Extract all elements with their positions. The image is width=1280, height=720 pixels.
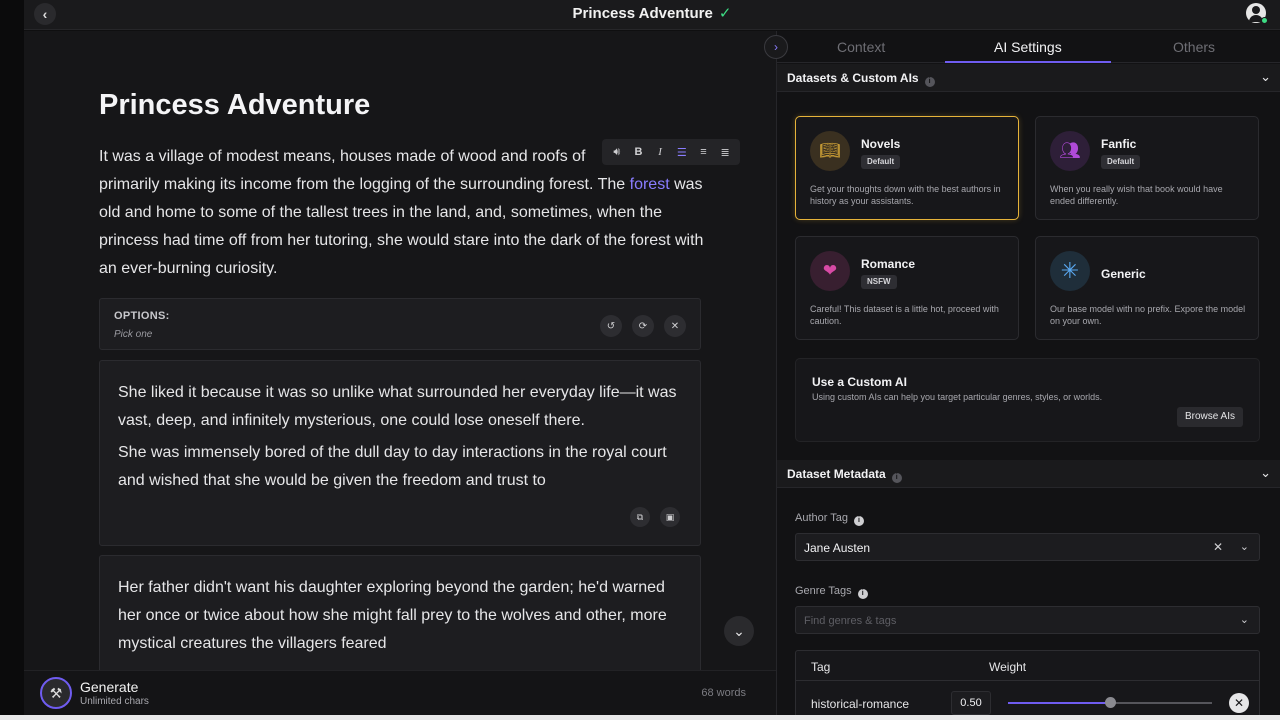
clear-icon[interactable]: ✕: [1213, 540, 1223, 554]
dataset-card-novels[interactable]: 📖︎ Novels Default Get your thoughts down…: [795, 116, 1019, 220]
panel-tabs: Context AI Settings Others: [777, 31, 1280, 63]
highlighted-word[interactable]: forest: [630, 176, 670, 193]
save-icon[interactable]: ▣: [660, 507, 680, 527]
chevron-right-icon: ›: [774, 40, 778, 54]
bottom-strip: [0, 715, 1280, 720]
left-sidebar-strip: [0, 0, 24, 720]
author-tag-label: Author Tag i: [795, 512, 865, 526]
genre-tags-label: Genre Tags i: [795, 585, 868, 599]
word-count: 68 words: [701, 687, 746, 699]
bookmark-heart-icon: ❤︎: [810, 251, 850, 291]
dataset-card-romance[interactable]: ❤︎ Romance NSFW Careful! This dataset is…: [795, 236, 1019, 340]
italic-icon[interactable]: I: [651, 146, 669, 158]
dataset-card-generic[interactable]: ✳︎ Generic Our base model with no prefix…: [1035, 236, 1259, 340]
tag-column-header: Tag: [811, 660, 831, 674]
browse-ais-button[interactable]: Browse AIs: [1176, 407, 1243, 427]
option-card[interactable]: She liked it because it was so unlike wh…: [99, 360, 701, 546]
align-left-icon[interactable]: ☰: [673, 146, 691, 159]
options-header: OPTIONS: Pick one ↺ ⟳ ✕: [99, 298, 701, 350]
weight-column-header: Weight: [989, 660, 1027, 674]
online-status-dot: [1261, 17, 1268, 24]
weight-input[interactable]: 0.50: [951, 691, 991, 715]
people-icon: 👥︎: [1050, 131, 1090, 171]
clear-options-icon[interactable]: ✕: [664, 315, 686, 337]
author-tag-select[interactable]: Jane Austen ✕ ⌄: [795, 533, 1260, 561]
align-center-icon[interactable]: ≡: [694, 146, 712, 158]
dataset-badge: Default: [861, 155, 901, 169]
speaker-icon[interactable]: 🔊︎: [608, 146, 626, 159]
generate-button[interactable]: ⚒: [40, 677, 72, 709]
chevron-down-icon[interactable]: ⌄: [1240, 613, 1249, 626]
bold-icon[interactable]: B: [629, 146, 647, 158]
document-title: Princess Adventure ✓: [572, 5, 732, 22]
book-icon: 📖︎: [810, 131, 850, 171]
scroll-down-button[interactable]: ⌄: [724, 616, 754, 646]
info-icon[interactable]: i: [924, 77, 935, 87]
collapse-panel-button[interactable]: ›: [764, 35, 788, 59]
editor-area: Princess Adventure It was a village of m…: [24, 31, 776, 670]
generate-bar: ⚒ Generate Unlimited chars 68 words: [24, 670, 776, 715]
dataset-badge: Default: [1101, 155, 1141, 169]
copy-icon[interactable]: ⧉: [630, 507, 650, 527]
tag-weight-table: Tag Weight historical-romance 0.50 ✕: [795, 650, 1260, 715]
custom-ai-box: Use a Custom AI Using custom AIs can hel…: [795, 358, 1260, 442]
story-title[interactable]: Princess Adventure: [99, 89, 370, 122]
metadata-section-header[interactable]: Dataset Metadata i ⌄: [777, 460, 1280, 488]
chevron-down-icon[interactable]: ⌄: [1240, 540, 1249, 553]
saved-check-icon: ✓: [718, 5, 732, 22]
remove-tag-icon[interactable]: ✕: [1229, 693, 1249, 713]
chevron-down-icon[interactable]: ⌄: [1260, 465, 1271, 481]
chevron-down-icon: ⌄: [733, 622, 745, 639]
option-card[interactable]: Her father didn't want his daughter expl…: [99, 555, 701, 670]
table-row-tag: historical-romance: [811, 697, 910, 711]
history-icon[interactable]: ↺: [600, 315, 622, 337]
top-bar: ‹ Princess Adventure ✓: [24, 0, 1280, 30]
tab-ai-settings[interactable]: AI Settings: [994, 39, 1062, 55]
asterisk-icon: ✳︎: [1050, 251, 1090, 291]
magic-wand-icon: ⚒: [49, 684, 63, 701]
tab-context[interactable]: Context: [837, 39, 885, 55]
settings-panel: Context AI Settings Others Datasets & Cu…: [776, 31, 1280, 715]
tab-others[interactable]: Others: [1173, 39, 1215, 55]
dataset-card-fanfic[interactable]: 👥︎ Fanfic Default When you really wish t…: [1035, 116, 1259, 220]
dataset-badge: NSFW: [861, 275, 897, 289]
active-tab-indicator: [945, 61, 1111, 63]
weight-slider-handle[interactable]: [1105, 697, 1116, 708]
align-right-icon[interactable]: ≣: [716, 146, 734, 159]
chevron-down-icon[interactable]: ⌄: [1260, 69, 1271, 85]
datasets-section-header[interactable]: Datasets & Custom AIs i ⌄: [777, 64, 1280, 92]
info-icon[interactable]: i: [891, 473, 902, 483]
format-toolbar: 🔊︎ B I ☰ ≡ ≣: [602, 139, 740, 165]
info-icon[interactable]: i: [854, 516, 865, 526]
genre-tags-input[interactable]: Find genres & tags ⌄: [795, 606, 1260, 634]
refresh-icon[interactable]: ⟳: [632, 315, 654, 337]
info-icon[interactable]: i: [857, 589, 868, 599]
